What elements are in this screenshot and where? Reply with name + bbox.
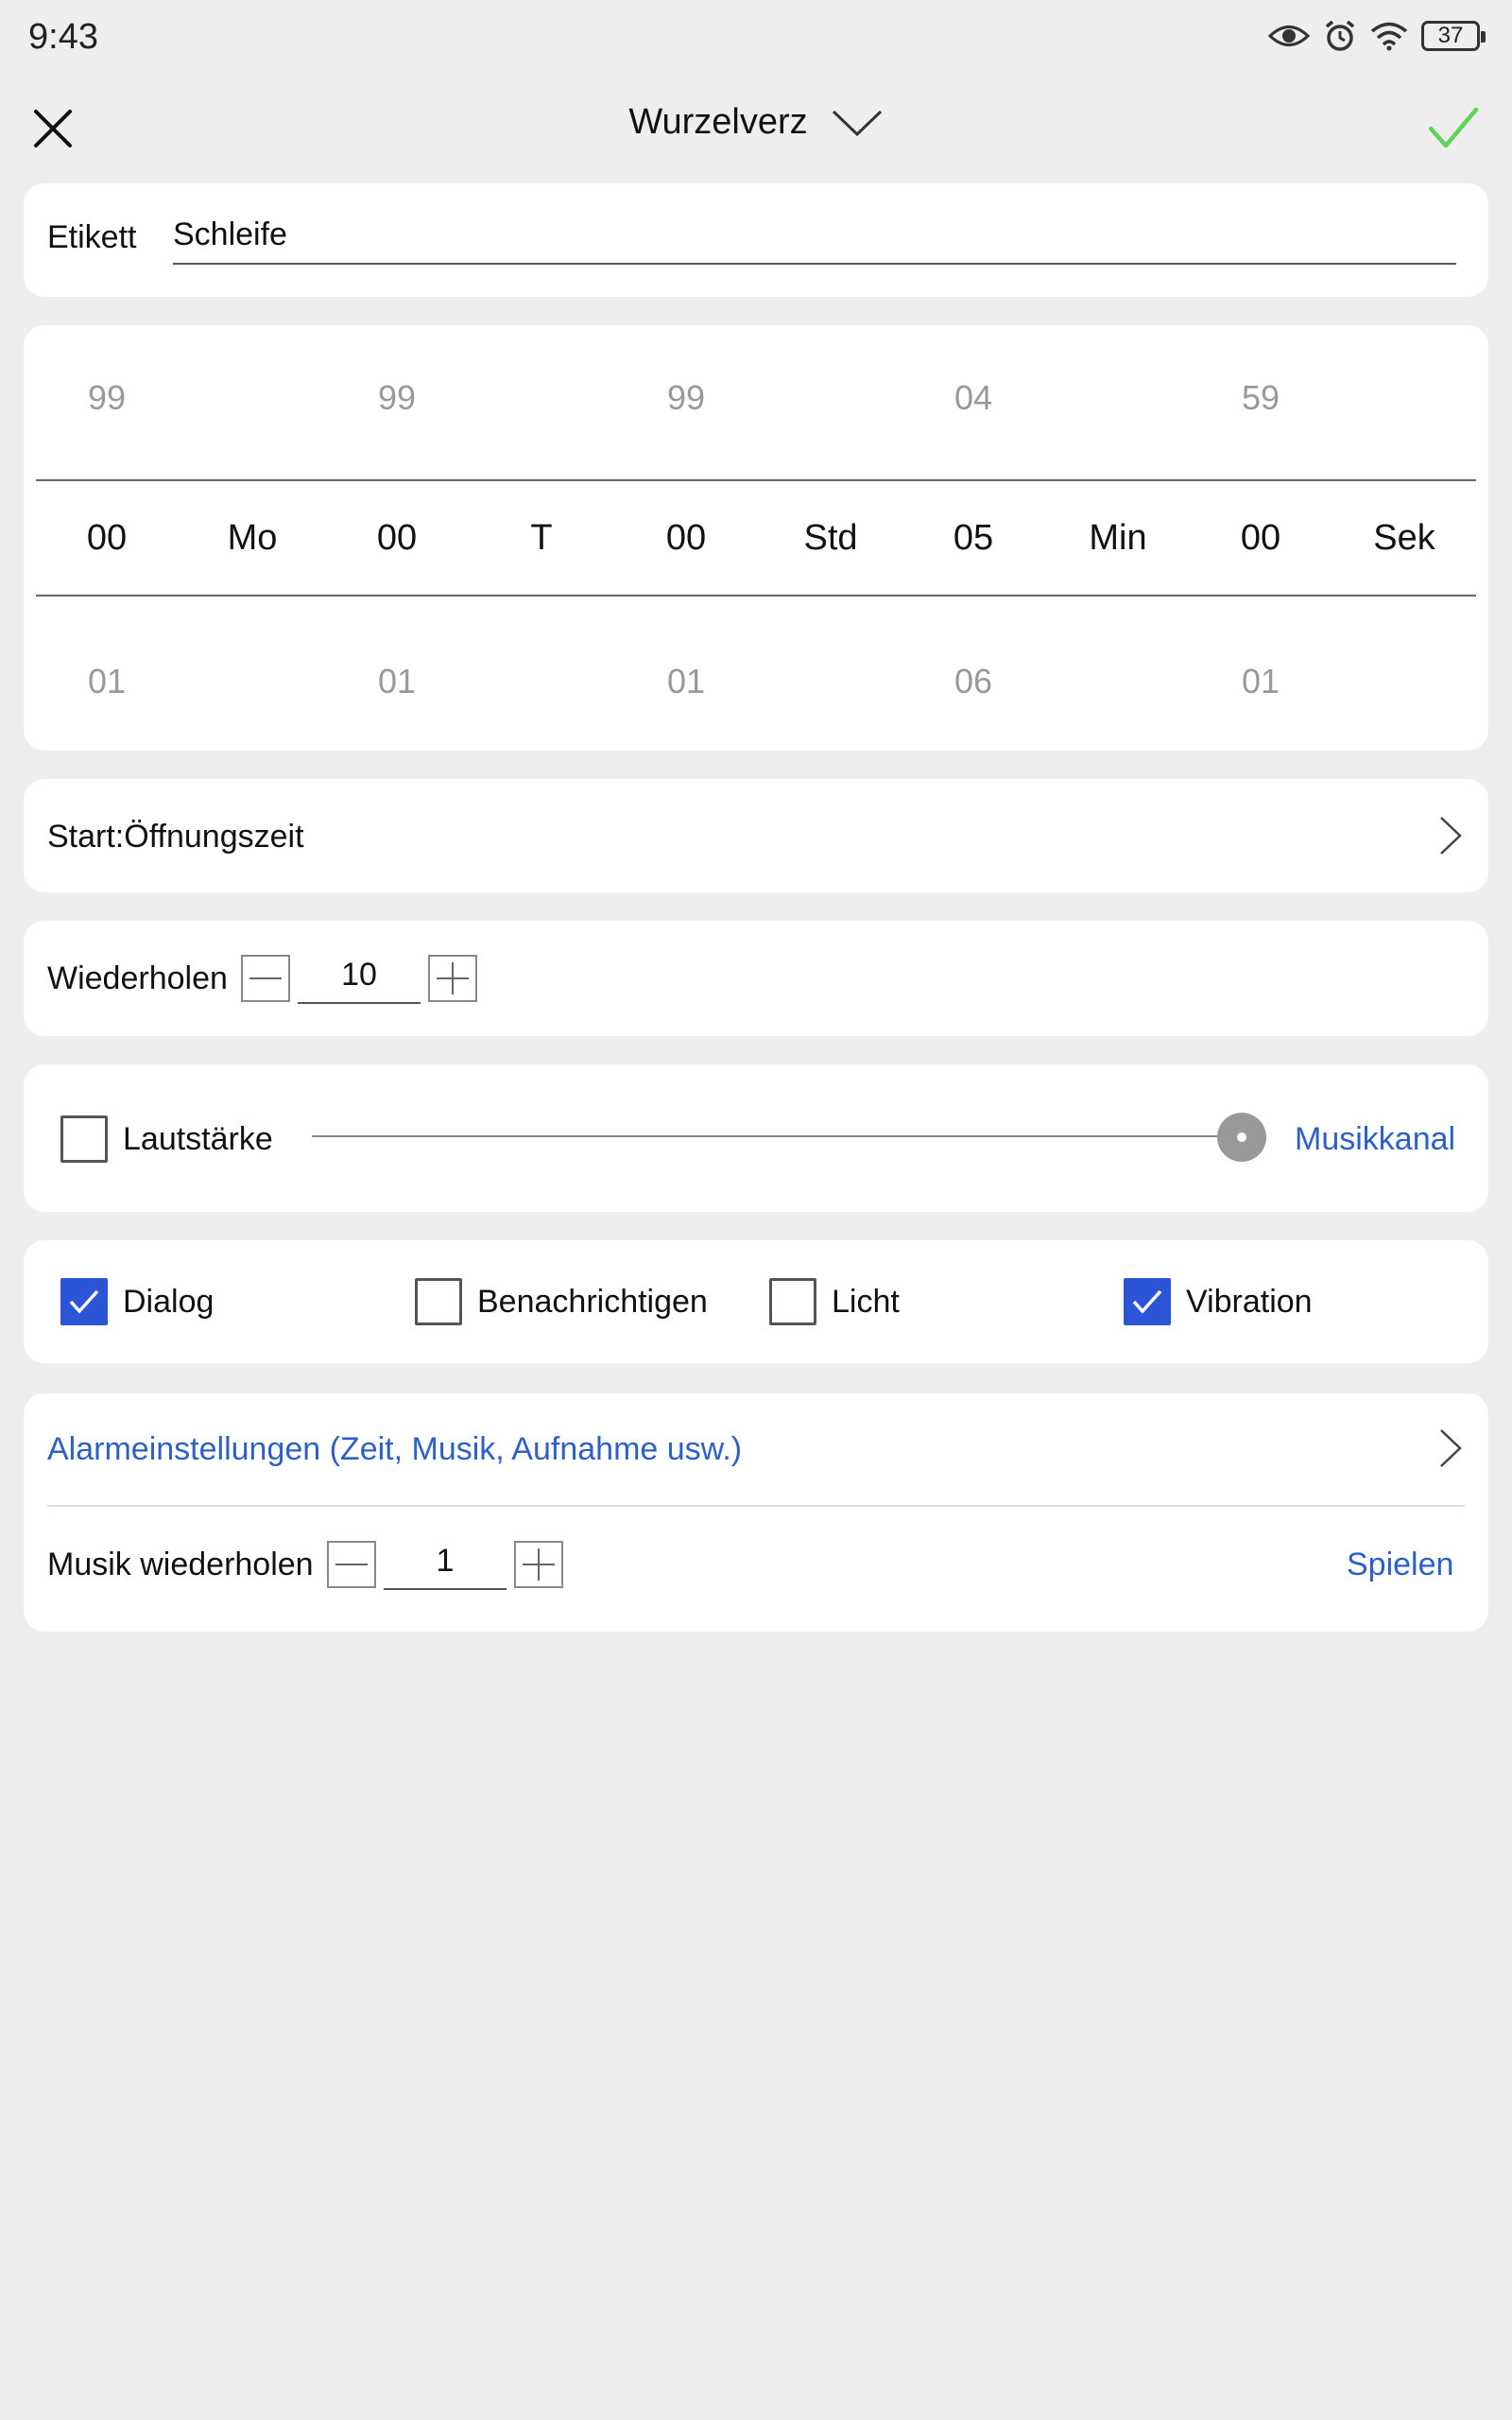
title-dropdown[interactable]: Wurzelverz xyxy=(0,102,1512,143)
volume-slider-thumb[interactable] xyxy=(1217,1113,1266,1162)
label-card: Etikett xyxy=(24,183,1488,297)
music-repeat-label: Musik wiederholen xyxy=(47,1547,314,1582)
check-icon xyxy=(1132,1289,1162,1314)
volume-checkbox[interactable] xyxy=(60,1115,108,1163)
repeat-value[interactable]: 10 xyxy=(298,951,421,1004)
picker-bottom-line xyxy=(36,595,1476,596)
picker-seconds-value[interactable]: 00 xyxy=(1204,518,1317,559)
picker-days-unit: T xyxy=(530,518,553,558)
notify-checkbox[interactable] xyxy=(415,1278,462,1325)
picker-hours-below[interactable]: 01 xyxy=(629,662,743,701)
music-channel-link[interactable]: Musikkanal xyxy=(1295,1121,1455,1158)
repeat-card: Wiederholen 10 xyxy=(24,921,1488,1036)
picker-top-line xyxy=(36,479,1476,481)
picker-hours-above[interactable]: 99 xyxy=(629,378,743,418)
dialog-checkbox[interactable] xyxy=(60,1278,108,1325)
picker-days-above[interactable]: 99 xyxy=(340,378,454,418)
picker-hours-value[interactable]: 00 xyxy=(629,518,743,559)
notify-label: Benachrichtigen xyxy=(477,1284,708,1320)
picker-minutes-above[interactable]: 04 xyxy=(917,378,1030,418)
page-title: Wurzelverz xyxy=(628,102,808,142)
start-row[interactable]: Start:Öffnungszeit xyxy=(24,779,1488,892)
status-icons: 37 xyxy=(1268,19,1486,53)
picker-months-unit: Mo xyxy=(227,518,278,558)
picker-months-value[interactable]: 00 xyxy=(50,518,163,559)
picker-seconds-above[interactable]: 59 xyxy=(1204,378,1317,418)
vibration-label: Vibration xyxy=(1186,1284,1313,1320)
music-repeat-increment-button[interactable] xyxy=(514,1541,563,1588)
light-label: Licht xyxy=(832,1284,900,1320)
picker-minutes-below[interactable]: 06 xyxy=(917,662,1030,701)
plus-icon xyxy=(437,962,469,994)
label-field-label: Etikett xyxy=(47,219,137,255)
picker-hours-unit: Std xyxy=(803,518,858,558)
picker-minutes-value[interactable]: 05 xyxy=(917,518,1030,559)
picker-seconds-below[interactable]: 01 xyxy=(1204,662,1317,701)
minus-icon xyxy=(335,1564,368,1565)
label-input[interactable] xyxy=(173,212,1456,265)
music-repeat-decrement-button[interactable] xyxy=(327,1541,376,1588)
duration-picker: 99 00 01 Mo 99 00 01 T 99 00 01 Std 04 0… xyxy=(24,325,1488,751)
vibration-checkbox[interactable] xyxy=(1124,1278,1171,1325)
chevron-right-icon xyxy=(1440,817,1462,855)
eye-icon xyxy=(1268,26,1310,46)
repeat-label: Wiederholen xyxy=(47,960,228,996)
alarm-divider xyxy=(47,1505,1465,1507)
picker-minutes-unit: Min xyxy=(1089,518,1147,558)
wifi-icon xyxy=(1370,22,1408,51)
confirm-check-icon[interactable] xyxy=(1427,104,1480,153)
picker-months-above[interactable]: 99 xyxy=(50,378,163,418)
play-button[interactable]: Spielen xyxy=(1347,1547,1453,1583)
picker-months-below[interactable]: 01 xyxy=(50,662,163,701)
repeat-decrement-button[interactable] xyxy=(241,955,290,1002)
volume-slider-track[interactable] xyxy=(312,1135,1257,1137)
options-card: Dialog Benachrichtigen Licht Vibration xyxy=(24,1240,1488,1363)
plus-icon xyxy=(523,1548,555,1581)
volume-label: Lautstärke xyxy=(123,1121,273,1157)
battery-indicator: 37 xyxy=(1421,21,1486,51)
picker-seconds-unit: Sek xyxy=(1373,518,1435,558)
alarm-icon xyxy=(1325,20,1355,51)
minus-icon xyxy=(249,977,282,979)
light-checkbox[interactable] xyxy=(769,1278,816,1325)
volume-card: Lautstärke Musikkanal xyxy=(24,1064,1488,1212)
dialog-label: Dialog xyxy=(123,1284,215,1320)
status-time: 9:43 xyxy=(28,17,98,57)
alarm-card: Alarmeinstellungen (Zeit, Musik, Aufnahm… xyxy=(24,1393,1488,1632)
start-label: Start:Öffnungszeit xyxy=(47,819,304,855)
picker-days-value[interactable]: 00 xyxy=(340,518,454,559)
check-icon xyxy=(69,1289,99,1314)
chevron-right-icon[interactable] xyxy=(1437,1427,1464,1469)
repeat-increment-button[interactable] xyxy=(428,955,477,1002)
chevron-down-icon xyxy=(832,110,882,136)
music-repeat-value[interactable]: 1 xyxy=(384,1537,507,1590)
alarm-settings-link[interactable]: Alarmeinstellungen (Zeit, Musik, Aufnahm… xyxy=(47,1431,742,1468)
picker-days-below[interactable]: 01 xyxy=(340,662,454,701)
